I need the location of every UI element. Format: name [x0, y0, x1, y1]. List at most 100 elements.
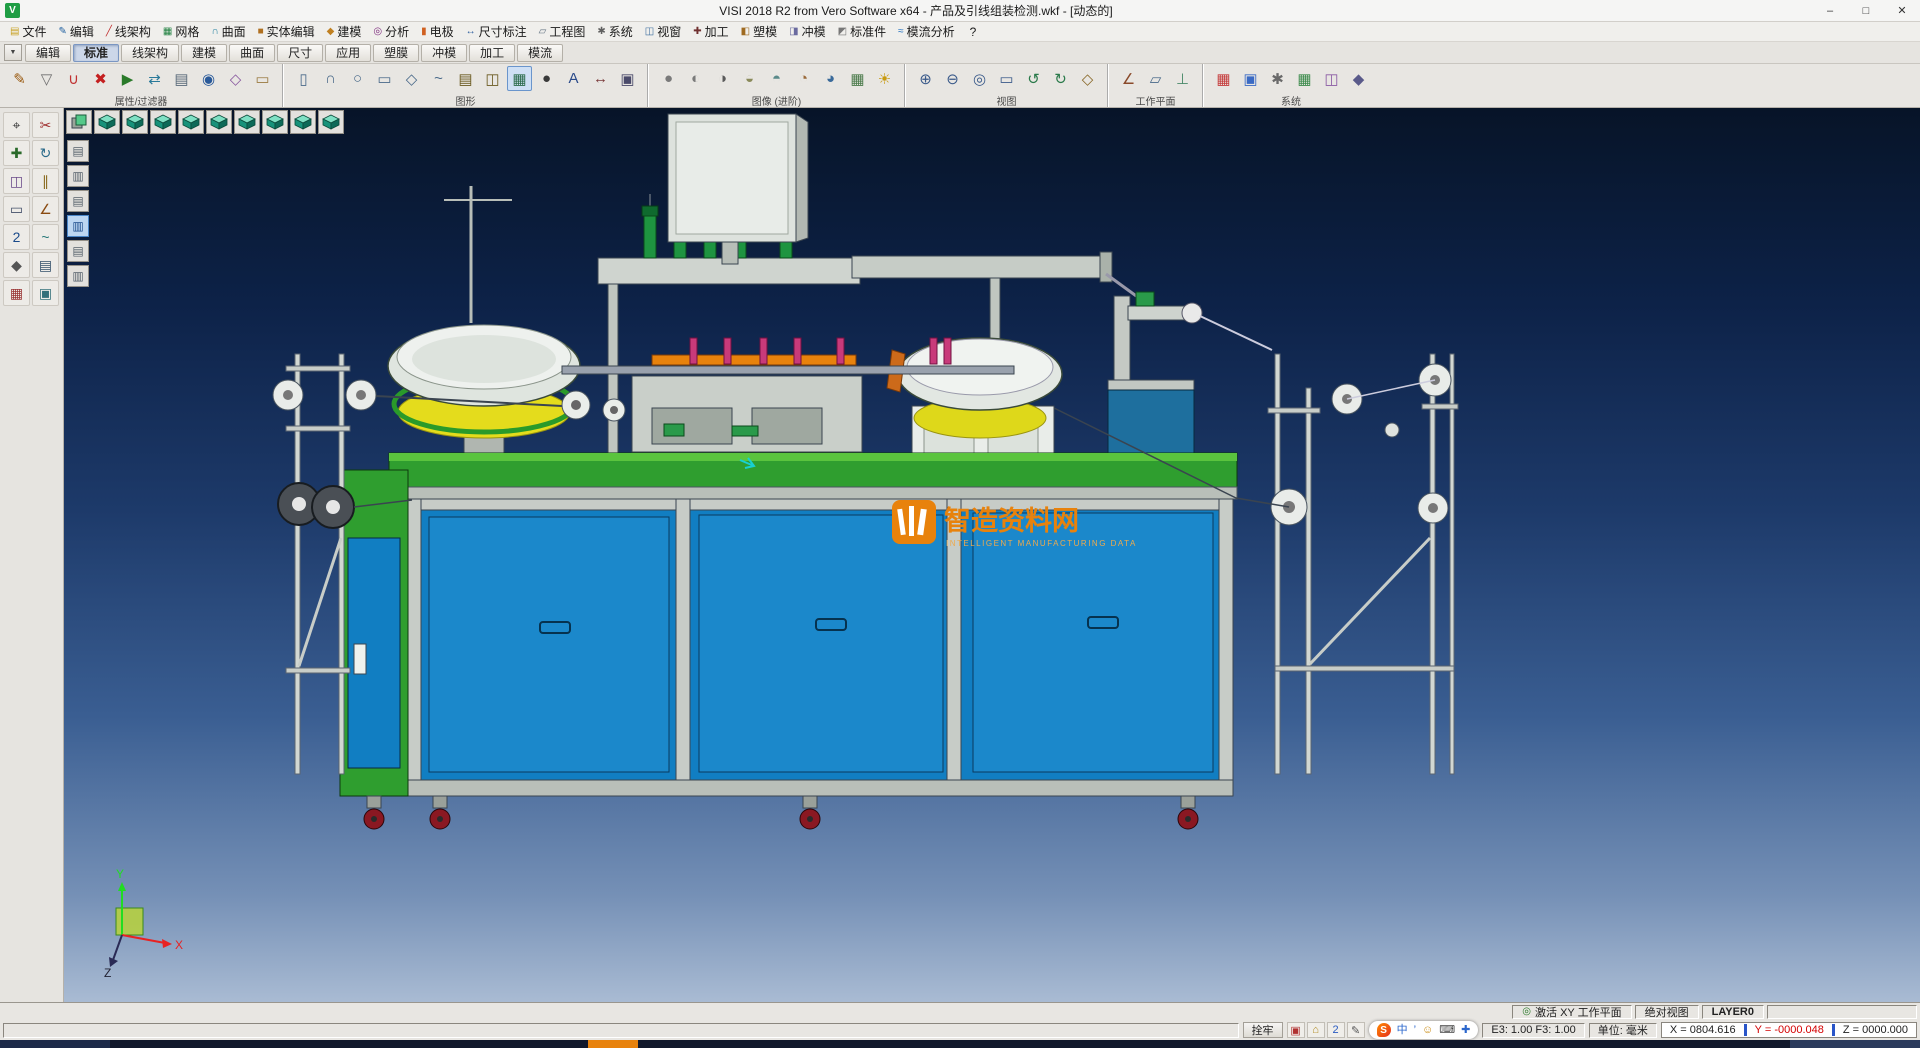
rotate-view-cw-icon[interactable]: ↻ [1048, 66, 1073, 91]
tab-die[interactable]: 冲模 [421, 44, 467, 62]
wireframe-mode-icon[interactable]: ▦ [845, 66, 870, 91]
iso-view-icon[interactable]: ◇ [1075, 66, 1100, 91]
screen-icon[interactable]: ▣ [1287, 1022, 1305, 1038]
menu-moldflow[interactable]: ≈ 模流分析 [892, 22, 961, 41]
angle-icon[interactable]: ∠ [32, 196, 59, 222]
perspective-icon[interactable]: ◆ [1346, 66, 1371, 91]
menu-help[interactable]: ? [961, 22, 983, 41]
shade-transparent-icon[interactable]: ◓ [764, 66, 789, 91]
clipboard-1-button[interactable]: ▤ [67, 140, 89, 162]
layer-indicator[interactable]: LAYER0 [1702, 1005, 1764, 1019]
view-iso-button[interactable] [94, 110, 120, 134]
tab-wireframe[interactable]: 线架构 [121, 44, 179, 62]
print-icon[interactable]: ▣ [32, 280, 59, 306]
delete-filter-icon[interactable]: ✖ [88, 66, 113, 91]
workplane-align-icon[interactable]: ▱ [1143, 66, 1168, 91]
dimension-2-icon[interactable]: 2 [1327, 1022, 1345, 1038]
text-icon[interactable]: A [561, 66, 586, 91]
windows-taskbar[interactable] [0, 1040, 1920, 1048]
zoom-fit-icon[interactable]: ◎ [967, 66, 992, 91]
maximize-button[interactable]: □ [1848, 0, 1884, 21]
view-top-button[interactable] [234, 110, 260, 134]
ime-punctuation-button[interactable]: ’ [1414, 1025, 1416, 1036]
view-back-button[interactable] [150, 110, 176, 134]
clipboard-4-button[interactable]: ▥ [67, 215, 89, 237]
settings-icon[interactable]: ✱ [1265, 66, 1290, 91]
layer-filter-icon[interactable]: ▤ [169, 66, 194, 91]
menu-mesh[interactable]: ▦ 网格 [157, 22, 205, 41]
ime-keyboard-icon[interactable]: ⌨ [1439, 1025, 1455, 1036]
ime-emoji-icon[interactable]: ☺ [1422, 1025, 1433, 1036]
apply-filter-icon[interactable]: ▶ [115, 66, 140, 91]
measure-icon[interactable]: ▭ [3, 196, 30, 222]
menu-file[interactable]: ▤ 文件 [4, 22, 52, 41]
tab-application[interactable]: 应用 [325, 44, 371, 62]
menu-die[interactable]: ◨ 冲模 [783, 22, 831, 41]
view-left-button[interactable] [178, 110, 204, 134]
tab-moldflow[interactable]: 模流 [517, 44, 563, 62]
monitor-icon[interactable]: ▣ [1238, 66, 1263, 91]
filter-funnel-icon[interactable]: ▽ [34, 66, 59, 91]
magnet-icon[interactable]: ∪ [61, 66, 86, 91]
tab-edit[interactable]: 编辑 [25, 44, 71, 62]
attributes-pencil-icon[interactable]: ✎ [7, 66, 32, 91]
block-icon[interactable]: ◫ [480, 66, 505, 91]
view-right-button[interactable] [206, 110, 232, 134]
close-button[interactable]: ✕ [1884, 0, 1920, 21]
shade-section-icon[interactable]: ◔ [791, 66, 816, 91]
grid-icon[interactable]: ▦ [1292, 66, 1317, 91]
curve-icon[interactable]: ~ [32, 224, 59, 250]
point-icon[interactable]: ● [534, 66, 559, 91]
tab-surface[interactable]: 曲面 [229, 44, 275, 62]
move-icon[interactable]: ✚ [3, 140, 30, 166]
visibility-icon[interactable]: ◉ [196, 66, 221, 91]
menu-mold[interactable]: ◧ 塑模 [735, 22, 783, 41]
menu-edit[interactable]: ✎ 编辑 [52, 22, 99, 41]
workplane-icon[interactable]: ∠ [1116, 66, 1141, 91]
view-manager-button[interactable] [66, 110, 92, 134]
workplane-indicator[interactable]: ◎ 激活 XY 工作平面 [1512, 1005, 1631, 1019]
tab-mold[interactable]: 塑膜 [373, 44, 419, 62]
menu-system[interactable]: ✱ 系统 [591, 22, 638, 41]
clipboard-5-button[interactable]: ▤ [67, 240, 89, 262]
line-icon[interactable]: ▯ [291, 66, 316, 91]
menu-modeling[interactable]: ◆ 建模 [321, 22, 368, 41]
view-dynamic-rotate-button[interactable] [318, 110, 344, 134]
workplane-normal-icon[interactable]: ⊥ [1170, 66, 1195, 91]
tab-standard[interactable]: 标准 [73, 44, 119, 62]
menu-solid-edit[interactable]: ■ 实体编辑 [252, 22, 321, 41]
shaded-icon[interactable]: ● [656, 66, 681, 91]
mesh-icon[interactable]: ▦ [507, 66, 532, 91]
rectangle-icon[interactable]: ▭ [372, 66, 397, 91]
half-shade-icon[interactable]: ◐ [683, 66, 708, 91]
view-axonometric-button[interactable] [290, 110, 316, 134]
shade-quality-icon[interactable]: ◕ [818, 66, 843, 91]
zoom-window-icon[interactable]: ▭ [994, 66, 1019, 91]
polygon-icon[interactable]: ◇ [399, 66, 424, 91]
menu-window[interactable]: ◫ 视窗 [639, 22, 687, 41]
edit-note-icon[interactable]: ✎ [1347, 1022, 1365, 1038]
ime-toolbox-icon[interactable]: ✚ [1461, 1025, 1470, 1036]
hatch-icon[interactable]: ▤ [453, 66, 478, 91]
eraser-icon[interactable]: ▭ [250, 66, 275, 91]
ime-lang-toggle[interactable]: 中 [1397, 1025, 1408, 1036]
rotate-view-ccw-icon[interactable]: ↺ [1021, 66, 1046, 91]
arc-icon[interactable]: ∩ [318, 66, 343, 91]
view-2d-icon[interactable]: 2 [3, 224, 30, 250]
menu-surface[interactable]: ∩ 曲面 [205, 22, 251, 41]
tab-dimension[interactable]: 尺寸 [277, 44, 323, 62]
menu-electrode[interactable]: ▮ 电极 [415, 22, 460, 41]
lock-toggle[interactable]: 拴牢 [1243, 1022, 1283, 1038]
menu-drawing[interactable]: ▱ 工程图 [533, 22, 592, 41]
menu-wireframe[interactable]: ╱ 线架构 [100, 22, 157, 41]
render-icon[interactable]: ☀ [872, 66, 897, 91]
tab-overflow-button[interactable]: ▼ [4, 44, 22, 61]
layout-icon[interactable]: ◫ [1319, 66, 1344, 91]
clipboard-3-button[interactable]: ▤ [67, 190, 89, 212]
clipboard-2-button[interactable]: ▥ [67, 165, 89, 187]
mirror-icon[interactable]: ◫ [3, 168, 30, 194]
menu-analysis[interactable]: ◎ 分析 [367, 22, 415, 41]
zoom-out-icon[interactable]: ⊖ [940, 66, 965, 91]
solid-icon[interactable]: ◆ [3, 252, 30, 278]
trim-icon[interactable]: ✂ [32, 112, 59, 138]
